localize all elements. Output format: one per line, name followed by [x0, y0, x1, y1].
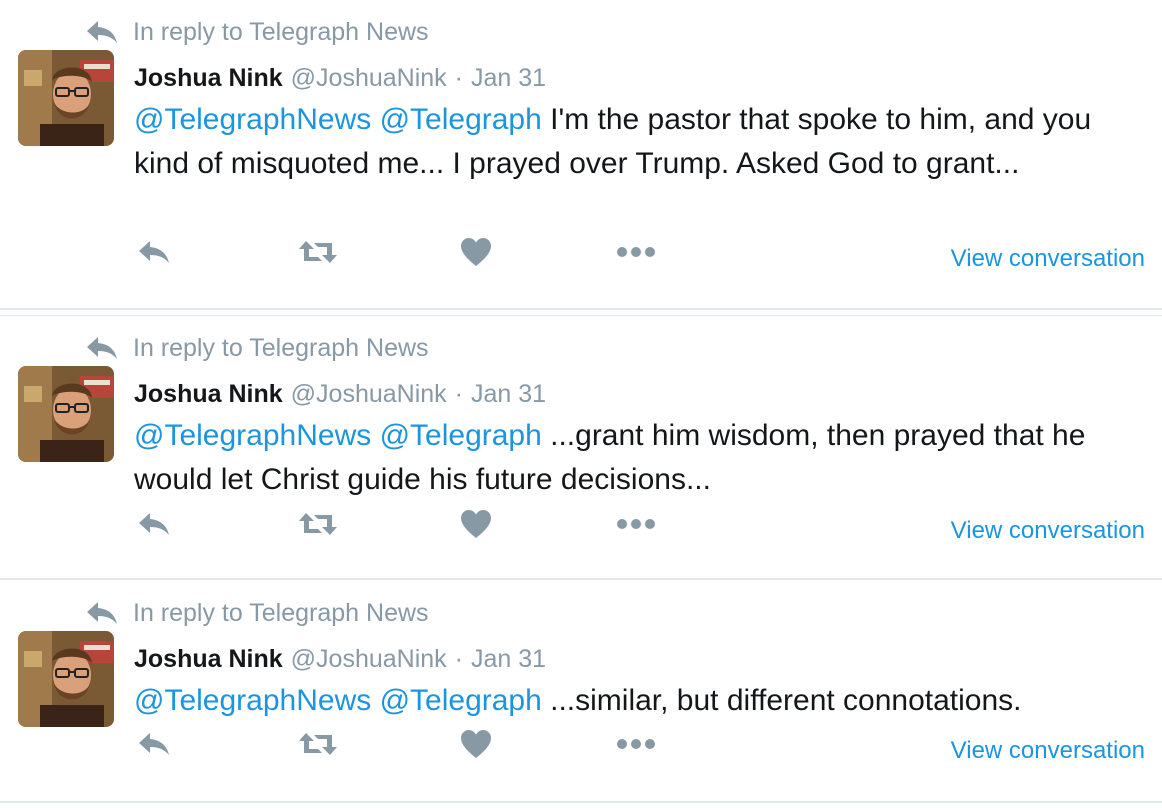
mention-link[interactable]: @Telegraph — [380, 103, 542, 136]
mention-link[interactable]: @TelegraphNews — [134, 684, 371, 717]
like-button[interactable] — [456, 727, 496, 761]
divider — [0, 578, 1162, 580]
reply-button[interactable] — [134, 727, 174, 761]
mention-link[interactable]: @TelegraphNews — [134, 103, 371, 136]
reply-arrow-icon — [85, 19, 119, 45]
reply-button[interactable] — [134, 235, 174, 269]
tweet[interactable]: In reply to Telegraph News Joshua Nink @… — [0, 316, 1162, 578]
reply-icon — [139, 733, 169, 755]
like-icon — [461, 510, 491, 538]
reply-arrow-icon — [85, 600, 119, 626]
screen-name[interactable]: @JoshuaNink — [291, 645, 447, 674]
retweet-button[interactable] — [298, 235, 338, 269]
tweet-date[interactable]: Jan 31 — [471, 380, 546, 409]
more-icon — [617, 247, 655, 257]
mention-link[interactable]: @Telegraph — [380, 419, 542, 452]
reply-arrow-icon — [85, 335, 119, 361]
fullname[interactable]: Joshua Nink — [134, 380, 283, 409]
more-button[interactable] — [616, 507, 656, 541]
view-conversation-link[interactable]: View conversation — [951, 245, 1145, 273]
retweet-icon — [299, 241, 337, 263]
reply-context-label: In reply to Telegraph News — [133, 598, 429, 627]
separator-dot: · — [454, 379, 463, 408]
mention-link[interactable]: @TelegraphNews — [134, 419, 371, 452]
separator-dot: · — [454, 63, 463, 92]
like-icon — [461, 238, 491, 266]
tweet-body: ...similar, but different connotations. — [541, 684, 1022, 717]
divider — [0, 308, 1162, 310]
tweet-date[interactable]: Jan 31 — [471, 64, 546, 93]
view-conversation-link[interactable]: View conversation — [951, 517, 1145, 545]
screen-name[interactable]: @JoshuaNink — [291, 380, 447, 409]
avatar[interactable] — [18, 50, 114, 146]
tweet-text: @TelegraphNews @Telegraph ...similar, bu… — [134, 679, 1134, 723]
tweet-header: Joshua Nink @JoshuaNink · Jan 31 — [134, 374, 546, 414]
more-icon — [617, 739, 655, 749]
more-button[interactable] — [616, 727, 656, 761]
fullname[interactable]: Joshua Nink — [134, 64, 283, 93]
retweet-button[interactable] — [298, 507, 338, 541]
reply-context[interactable]: In reply to Telegraph News — [85, 595, 429, 631]
tweet[interactable]: In reply to Telegraph News Joshua Nink @… — [0, 0, 1162, 310]
reply-context[interactable]: In reply to Telegraph News — [85, 14, 429, 50]
retweet-icon — [299, 513, 337, 535]
tweet-text: @TelegraphNews @Telegraph I'm the pastor… — [134, 98, 1134, 186]
reply-context-label: In reply to Telegraph News — [133, 333, 429, 362]
like-button[interactable] — [456, 235, 496, 269]
divider — [0, 801, 1162, 803]
tweet-date[interactable]: Jan 31 — [471, 645, 546, 674]
more-button[interactable] — [616, 235, 656, 269]
retweet-button[interactable] — [298, 727, 338, 761]
tweet-header: Joshua Nink @JoshuaNink · Jan 31 — [134, 639, 546, 679]
reply-context-label: In reply to Telegraph News — [133, 17, 429, 46]
separator-dot: · — [454, 644, 463, 673]
like-icon — [461, 730, 491, 758]
like-button[interactable] — [456, 507, 496, 541]
screen-name[interactable]: @JoshuaNink — [291, 64, 447, 93]
reply-context[interactable]: In reply to Telegraph News — [85, 330, 429, 366]
reply-button[interactable] — [134, 507, 174, 541]
tweet[interactable]: In reply to Telegraph News Joshua Nink @… — [0, 581, 1162, 801]
tweet-text: @TelegraphNews @Telegraph ...grant him w… — [134, 414, 1134, 502]
avatar[interactable] — [18, 631, 114, 727]
reply-icon — [139, 241, 169, 263]
mention-link[interactable]: @Telegraph — [380, 684, 542, 717]
more-icon — [617, 519, 655, 529]
view-conversation-link[interactable]: View conversation — [951, 737, 1145, 765]
avatar[interactable] — [18, 366, 114, 462]
reply-icon — [139, 513, 169, 535]
retweet-icon — [299, 733, 337, 755]
tweet-header: Joshua Nink @JoshuaNink · Jan 31 — [134, 58, 546, 98]
fullname[interactable]: Joshua Nink — [134, 645, 283, 674]
